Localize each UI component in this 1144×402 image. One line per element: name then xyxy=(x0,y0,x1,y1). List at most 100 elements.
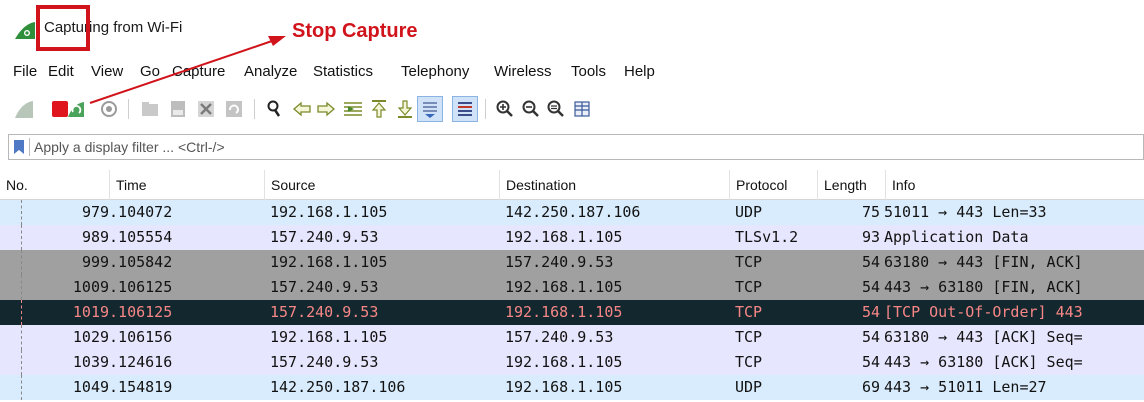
start-capture-button[interactable] xyxy=(11,96,37,122)
annotation-label: Stop Capture xyxy=(292,20,418,42)
toolbar-separator xyxy=(485,99,486,119)
zoom-in-button[interactable] xyxy=(492,96,518,122)
cell-source: 192.168.1.105 xyxy=(270,328,388,346)
go-back-icon xyxy=(293,101,311,117)
toolbar-separator xyxy=(254,99,255,119)
packet-row[interactable]: 103 9.124616 157.240.9.53 192.168.1.105 … xyxy=(0,350,1144,375)
cell-info: [TCP Out-Of-Order] 443 xyxy=(884,303,1083,321)
filter-separator xyxy=(29,138,30,156)
menu-telephony[interactable]: Telephony xyxy=(401,63,469,80)
cell-length: 75 xyxy=(861,203,880,221)
cell-protocol: UDP xyxy=(735,378,763,396)
cell-time: 9.154819 xyxy=(100,378,173,396)
cell-info: 51011 → 443 Len=33 xyxy=(884,203,1047,221)
wireshark-fin-icon xyxy=(15,22,35,39)
go-to-packet-button[interactable] xyxy=(340,96,366,122)
cell-destination: 157.240.9.53 xyxy=(505,253,614,271)
menu-edit[interactable]: Edit xyxy=(48,63,74,80)
first-packet-button[interactable] xyxy=(366,96,392,122)
cell-time: 9.105554 xyxy=(100,228,173,246)
packet-row[interactable]: 99 9.105842 192.168.1.105 157.240.9.53 T… xyxy=(0,250,1144,275)
cell-no: 98 xyxy=(81,228,100,246)
packet-row[interactable]: 100 9.106125 157.240.9.53 192.168.1.105 … xyxy=(0,275,1144,300)
cell-info: Application Data xyxy=(884,228,1029,246)
find-packet-button[interactable] xyxy=(262,96,288,122)
restart-capture-button[interactable] xyxy=(63,96,89,122)
cell-info: 443 → 51011 Len=27 xyxy=(884,378,1047,396)
filter-bookmark-icon[interactable] xyxy=(14,140,24,154)
packet-list-header: No. Time Source Destination Protocol Len… xyxy=(0,170,1144,200)
cell-no: 100 xyxy=(72,278,100,296)
cell-info: 443 → 63180 [FIN, ACK] xyxy=(884,278,1083,296)
cell-destination: 192.168.1.105 xyxy=(505,278,623,296)
cell-protocol: UDP xyxy=(735,203,763,221)
last-packet-button[interactable] xyxy=(392,96,418,122)
column-header-length[interactable]: Length xyxy=(818,170,886,200)
cell-protocol: TCP xyxy=(735,278,763,296)
cell-no: 103 xyxy=(72,353,100,371)
menu-wireless[interactable]: Wireless xyxy=(494,63,552,80)
go-back-button[interactable] xyxy=(289,96,315,122)
column-header-source[interactable]: Source xyxy=(265,170,500,200)
cell-destination: 142.250.187.106 xyxy=(505,203,641,221)
packet-row[interactable]: 104 9.154819 142.250.187.106 192.168.1.1… xyxy=(0,375,1144,400)
cell-info: 63180 → 443 [FIN, ACK] xyxy=(884,253,1083,271)
menu-view[interactable]: View xyxy=(91,63,123,80)
go-to-packet-icon xyxy=(344,102,362,116)
menu-capture[interactable]: Capture xyxy=(172,63,225,80)
restart-capture-icon xyxy=(68,102,84,117)
packet-row[interactable]: 102 9.106156 192.168.1.105 157.240.9.53 … xyxy=(0,325,1144,350)
cell-protocol: TLSv1.2 xyxy=(735,228,799,246)
first-packet-icon xyxy=(371,100,387,118)
column-header-no[interactable]: No. xyxy=(0,170,110,200)
menu-help[interactable]: Help xyxy=(624,63,655,80)
menu-tools[interactable]: Tools xyxy=(571,63,606,80)
normal-size-button[interactable] xyxy=(543,96,569,122)
cell-time: 9.106125 xyxy=(100,278,173,296)
packet-row[interactable]: 97 9.104072 192.168.1.105 142.250.187.10… xyxy=(0,200,1144,225)
menu-go[interactable]: Go xyxy=(140,63,160,80)
cell-destination: 192.168.1.105 xyxy=(505,353,623,371)
toolbar-separator xyxy=(128,99,129,119)
cell-destination: 192.168.1.105 xyxy=(505,303,623,321)
go-forward-button[interactable] xyxy=(313,96,339,122)
stop-capture-highlight xyxy=(36,5,90,51)
display-filter-input[interactable] xyxy=(34,136,1134,158)
cell-no: 97 xyxy=(81,203,100,221)
cell-source: 142.250.187.106 xyxy=(270,378,406,396)
packet-row[interactable]: 101 9.106125 157.240.9.53 192.168.1.105 … xyxy=(0,300,1144,325)
title-bar: Capturing from Wi-Fi xyxy=(0,0,1144,52)
capture-options-button[interactable] xyxy=(96,96,122,122)
packet-list: 97 9.104072 192.168.1.105 142.250.187.10… xyxy=(0,200,1144,402)
cell-protocol: TCP xyxy=(735,253,763,271)
close-file-button[interactable] xyxy=(193,96,219,122)
reload-file-button[interactable] xyxy=(221,96,247,122)
packet-row[interactable]: 98 9.105554 157.240.9.53 192.168.1.105 T… xyxy=(0,225,1144,250)
cell-no: 99 xyxy=(81,253,100,271)
menu-statistics[interactable]: Statistics xyxy=(313,63,373,80)
column-header-time[interactable]: Time xyxy=(110,170,265,200)
resize-columns-button[interactable] xyxy=(569,96,595,122)
capture-options-icon xyxy=(101,101,117,117)
cell-protocol: TCP xyxy=(735,328,763,346)
cell-destination: 192.168.1.105 xyxy=(505,228,623,246)
save-file-icon xyxy=(171,101,185,117)
cell-length: 54 xyxy=(861,253,880,271)
menu-file[interactable]: File xyxy=(13,63,37,80)
zoom-out-button[interactable] xyxy=(518,96,544,122)
cell-no: 104 xyxy=(72,378,100,396)
cell-protocol: TCP xyxy=(735,303,763,321)
column-header-destination[interactable]: Destination xyxy=(500,170,730,200)
cell-source: 157.240.9.53 xyxy=(270,278,379,296)
open-file-button[interactable] xyxy=(137,96,163,122)
menu-analyze[interactable]: Analyze xyxy=(244,63,297,80)
cell-length: 93 xyxy=(861,228,880,246)
cell-source: 192.168.1.105 xyxy=(270,253,388,271)
save-file-button[interactable] xyxy=(165,96,191,122)
column-header-protocol[interactable]: Protocol xyxy=(730,170,818,200)
autoscroll-icon xyxy=(423,102,437,118)
autoscroll-button[interactable] xyxy=(417,96,443,122)
cell-no: 101 xyxy=(72,303,100,321)
colorize-button[interactable] xyxy=(452,96,478,122)
column-header-info[interactable]: Info xyxy=(886,170,1144,200)
